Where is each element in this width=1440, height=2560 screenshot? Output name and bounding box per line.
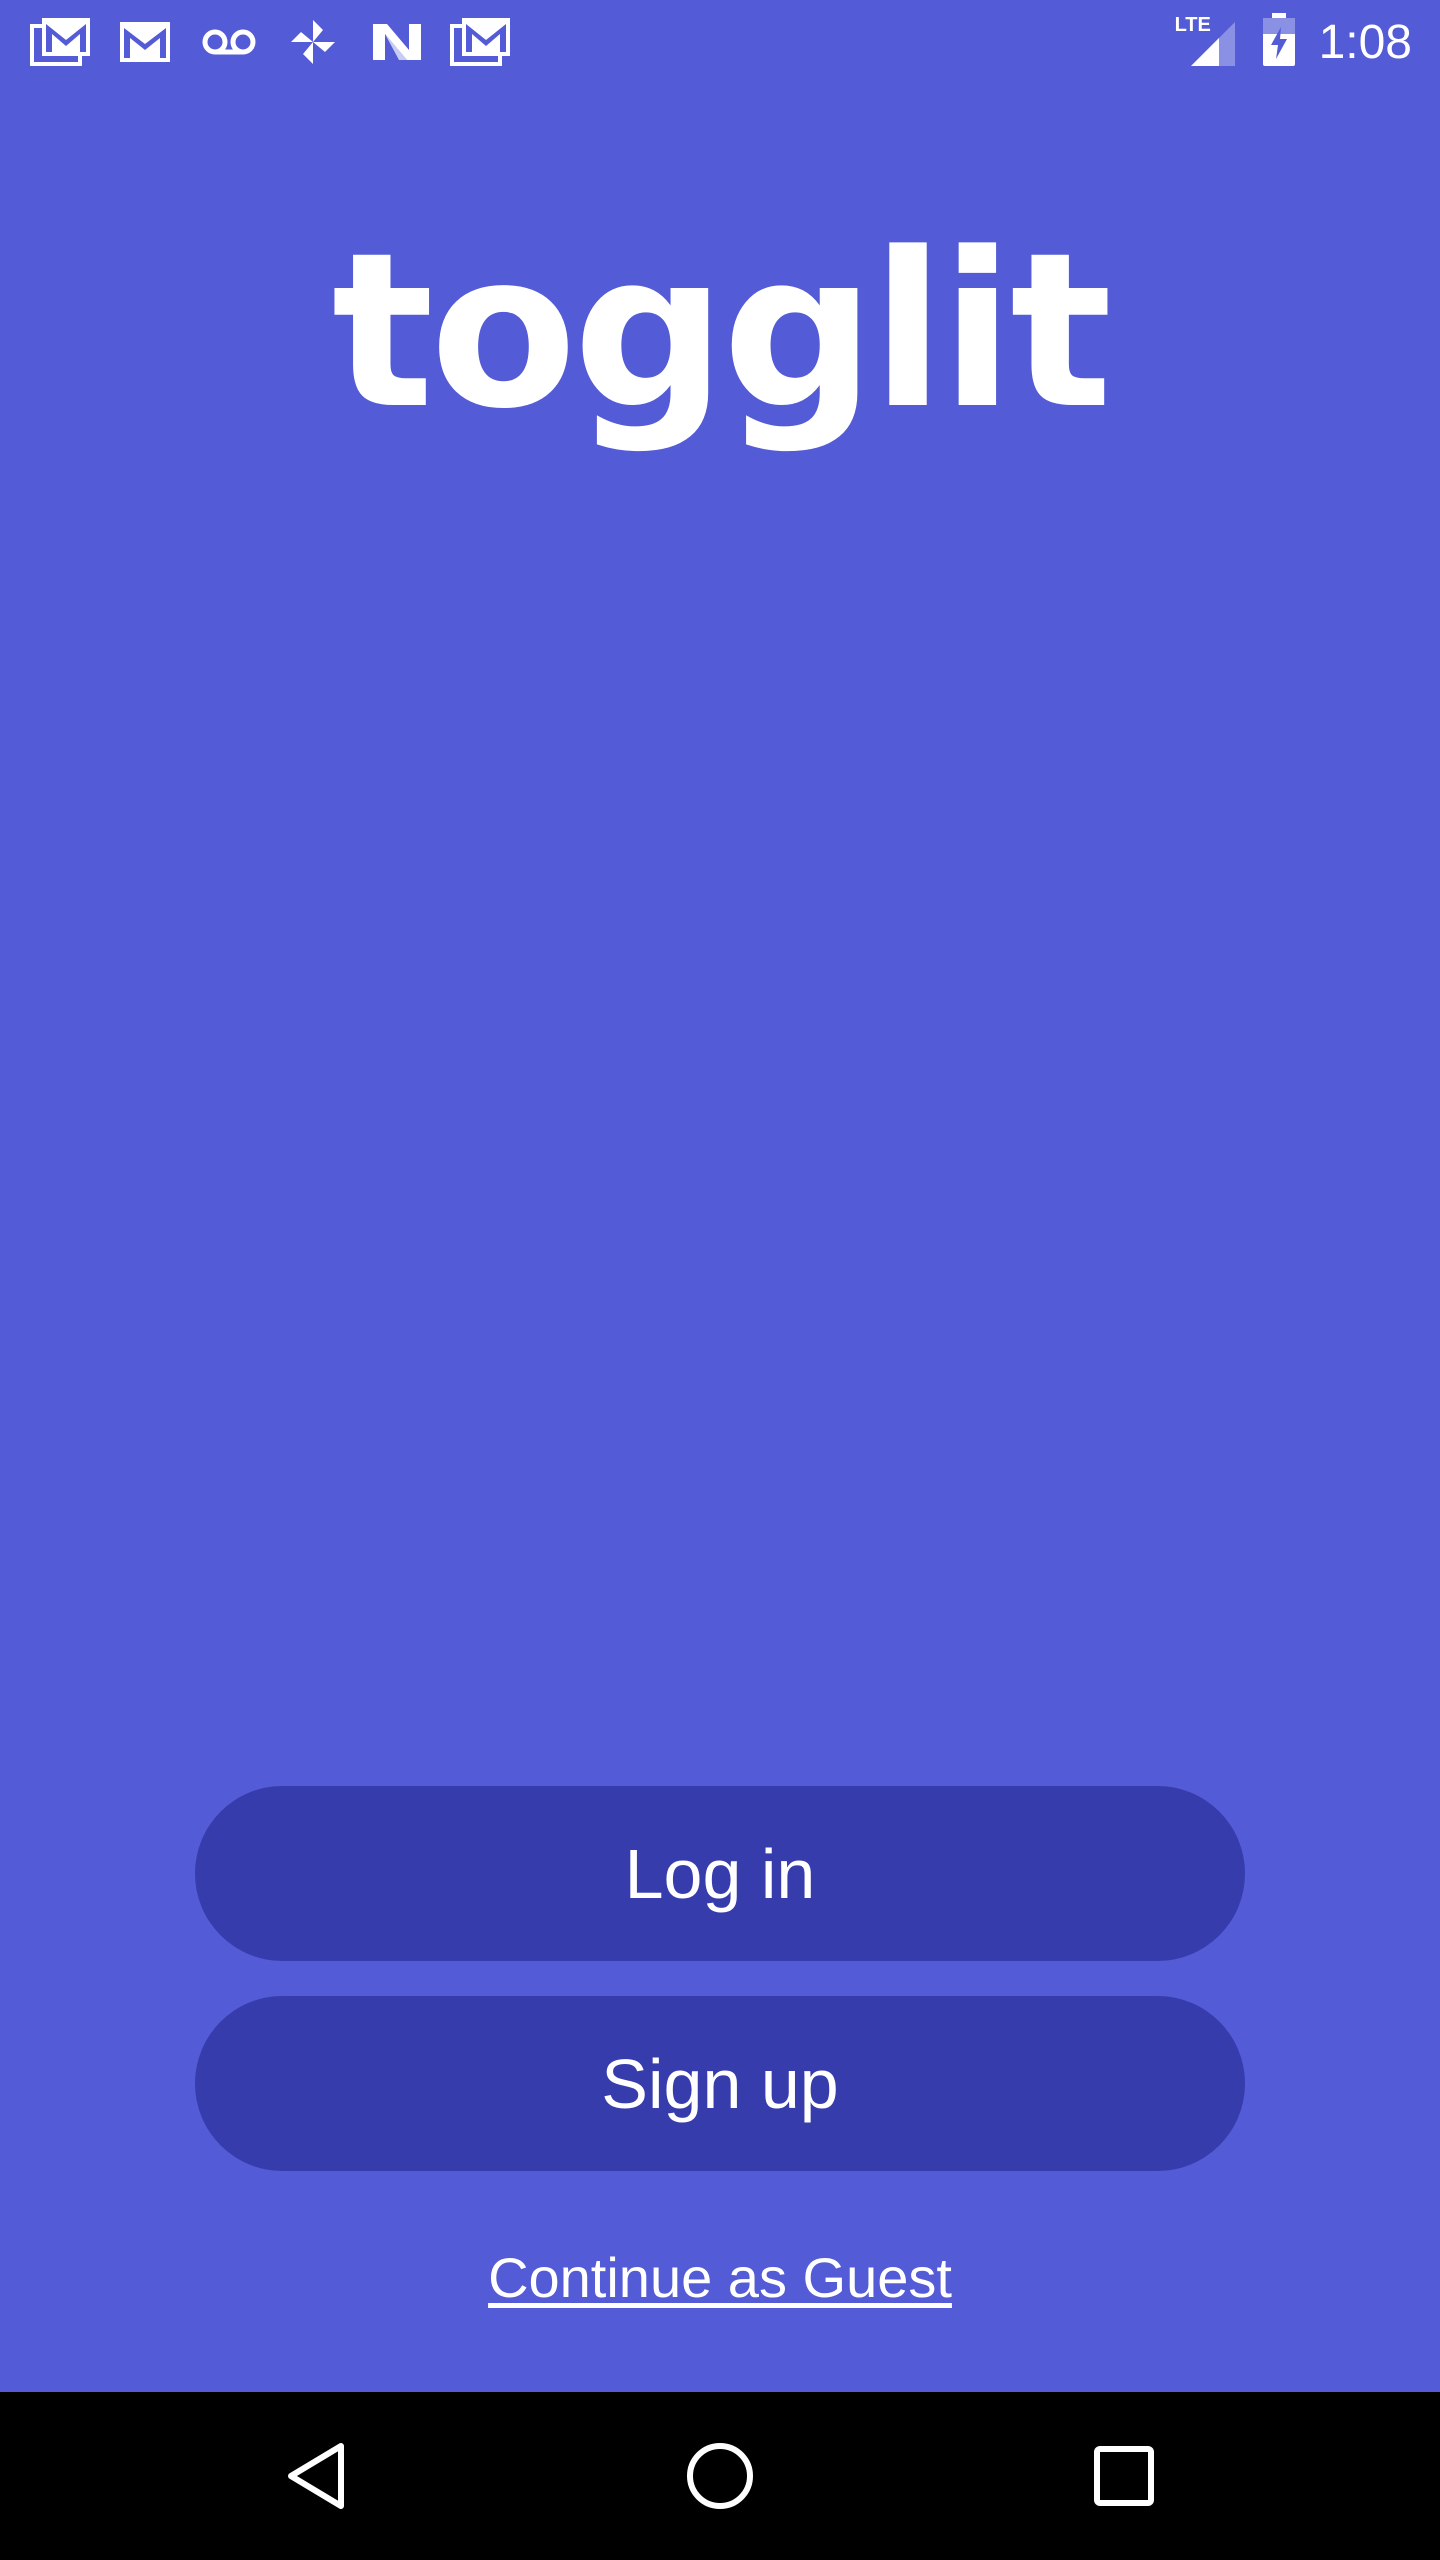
login-button[interactable]: Log in bbox=[195, 1786, 1245, 1961]
voicemail-icon bbox=[198, 14, 260, 70]
lte-signal-icon: LTE bbox=[1175, 14, 1239, 70]
signup-button[interactable]: Sign up bbox=[195, 1996, 1245, 2171]
status-bar: LTE 1:08 bbox=[0, 0, 1440, 84]
continue-as-guest-link[interactable]: Continue as Guest bbox=[0, 2245, 1440, 2310]
back-icon[interactable] bbox=[277, 2436, 357, 2516]
gmail-stack-icon bbox=[450, 14, 512, 70]
recents-icon[interactable] bbox=[1084, 2436, 1164, 2516]
gmail-icon bbox=[114, 14, 176, 70]
home-icon[interactable] bbox=[680, 2436, 760, 2516]
navigation-bar bbox=[0, 2392, 1440, 2560]
clock: 1:08 bbox=[1318, 15, 1412, 69]
battery-charging-icon bbox=[1261, 12, 1297, 72]
welcome-screen: LTE 1:08 togglit Log in Sign up Continue… bbox=[0, 0, 1440, 2392]
system-status: LTE 1:08 bbox=[1175, 10, 1412, 74]
pinwheel-icon bbox=[282, 14, 344, 70]
gmail-stack-icon bbox=[30, 14, 92, 70]
app-logo: togglit bbox=[331, 207, 1113, 456]
n-app-icon bbox=[366, 14, 428, 70]
notification-icons bbox=[30, 14, 512, 70]
